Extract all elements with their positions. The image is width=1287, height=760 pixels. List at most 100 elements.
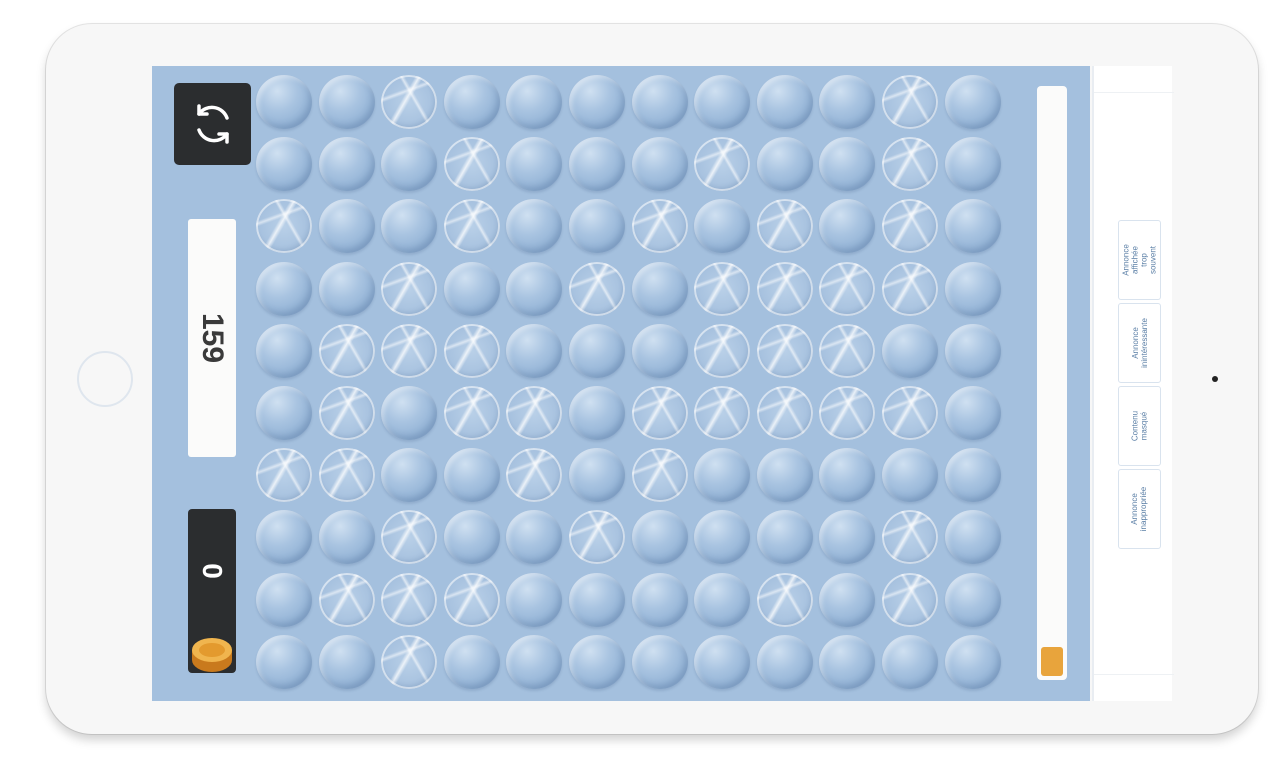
bubble[interactable] — [694, 75, 751, 129]
bubble[interactable] — [506, 572, 563, 627]
ad-option-shown-too-often[interactable]: Annonce affichée trop souvent — [1118, 220, 1161, 300]
bubble[interactable] — [318, 199, 375, 254]
bubble[interactable] — [256, 323, 312, 378]
bubble[interactable] — [318, 261, 375, 316]
popped-bubble[interactable] — [443, 323, 500, 378]
bubble[interactable] — [318, 634, 375, 689]
bubble[interactable] — [694, 510, 751, 565]
ad-option-content-hidden[interactable]: Contenu masqué — [1118, 386, 1161, 466]
ad-option-not-interesting[interactable]: Annonce inintéressante — [1118, 303, 1161, 383]
popped-bubble[interactable] — [631, 199, 688, 254]
bubble[interactable] — [381, 137, 438, 192]
popped-bubble[interactable] — [443, 386, 500, 440]
popped-bubble[interactable] — [694, 323, 751, 378]
popped-bubble[interactable] — [694, 386, 751, 440]
bubble[interactable] — [631, 75, 688, 129]
bubble[interactable] — [381, 199, 438, 254]
bubble[interactable] — [819, 572, 876, 627]
ad-option-inappropriate[interactable]: Annonce inappropriée — [1118, 469, 1161, 549]
popped-bubble[interactable] — [443, 572, 500, 627]
bubble[interactable] — [569, 386, 625, 440]
popped-bubble[interactable] — [631, 448, 688, 503]
bubble[interactable] — [569, 448, 625, 503]
bubble[interactable] — [694, 572, 751, 627]
bubble[interactable] — [944, 510, 1001, 565]
bubble[interactable] — [569, 634, 625, 689]
bubble[interactable] — [443, 261, 500, 316]
bubble[interactable] — [631, 572, 688, 627]
bubble[interactable] — [819, 75, 876, 129]
bubble[interactable] — [318, 75, 375, 129]
bubble[interactable] — [506, 510, 563, 565]
bubble[interactable] — [944, 448, 1001, 503]
popped-bubble[interactable] — [882, 137, 938, 192]
popped-bubble[interactable] — [506, 386, 563, 440]
bubble[interactable] — [256, 634, 312, 689]
bubble[interactable] — [944, 634, 1001, 689]
bubble[interactable] — [819, 199, 876, 254]
refresh-button[interactable] — [174, 83, 251, 165]
bubble[interactable] — [569, 75, 625, 129]
popped-bubble[interactable] — [381, 75, 438, 129]
popped-bubble[interactable] — [882, 261, 938, 316]
popped-bubble[interactable] — [756, 199, 813, 254]
bubble[interactable] — [944, 386, 1001, 440]
bubble[interactable] — [443, 510, 500, 565]
popped-bubble[interactable] — [318, 323, 375, 378]
bubble[interactable] — [944, 261, 1001, 316]
bubble[interactable] — [506, 261, 563, 316]
bubble[interactable] — [944, 137, 1001, 192]
bubble[interactable] — [819, 634, 876, 689]
bubble[interactable] — [256, 510, 312, 565]
bubble[interactable] — [256, 137, 312, 192]
popped-bubble[interactable] — [318, 386, 375, 440]
popped-bubble[interactable] — [569, 261, 625, 316]
bubble[interactable] — [756, 448, 813, 503]
bubble[interactable] — [756, 634, 813, 689]
popped-bubble[interactable] — [381, 261, 438, 316]
bubble[interactable] — [381, 386, 438, 440]
bubble[interactable] — [256, 572, 312, 627]
popped-bubble[interactable] — [756, 261, 813, 316]
bubble[interactable] — [944, 572, 1001, 627]
popped-bubble[interactable] — [443, 137, 500, 192]
bubble[interactable] — [569, 137, 625, 192]
popped-bubble[interactable] — [506, 448, 563, 503]
popped-bubble[interactable] — [694, 137, 751, 192]
bubble[interactable] — [443, 448, 500, 503]
popped-bubble[interactable] — [882, 510, 938, 565]
bubble[interactable] — [569, 199, 625, 254]
bubble[interactable] — [694, 448, 751, 503]
bubble[interactable] — [256, 386, 312, 440]
bubble[interactable] — [819, 137, 876, 192]
bubble[interactable] — [569, 323, 625, 378]
popped-bubble[interactable] — [882, 386, 938, 440]
bubble[interactable] — [694, 634, 751, 689]
popped-bubble[interactable] — [569, 510, 625, 565]
popped-bubble[interactable] — [819, 261, 876, 316]
popped-bubble[interactable] — [882, 572, 938, 627]
popped-bubble[interactable] — [443, 199, 500, 254]
bubble[interactable] — [631, 510, 688, 565]
popped-bubble[interactable] — [381, 510, 438, 565]
popped-bubble[interactable] — [756, 386, 813, 440]
bubble[interactable] — [318, 137, 375, 192]
bubble[interactable] — [506, 137, 563, 192]
bubble[interactable] — [506, 199, 563, 254]
popped-bubble[interactable] — [256, 448, 312, 503]
popped-bubble[interactable] — [819, 386, 876, 440]
bubble[interactable] — [506, 323, 563, 378]
bubble[interactable] — [944, 323, 1001, 378]
bubble[interactable] — [318, 510, 375, 565]
bubble[interactable] — [256, 75, 312, 129]
popped-bubble[interactable] — [756, 323, 813, 378]
bubble[interactable] — [944, 199, 1001, 254]
bubble[interactable] — [819, 510, 876, 565]
bubble[interactable] — [506, 75, 563, 129]
popped-bubble[interactable] — [882, 75, 938, 129]
bubble[interactable] — [569, 572, 625, 627]
bubble[interactable] — [882, 634, 938, 689]
popped-bubble[interactable] — [694, 261, 751, 316]
popped-bubble[interactable] — [381, 634, 438, 689]
bubble[interactable] — [756, 137, 813, 192]
